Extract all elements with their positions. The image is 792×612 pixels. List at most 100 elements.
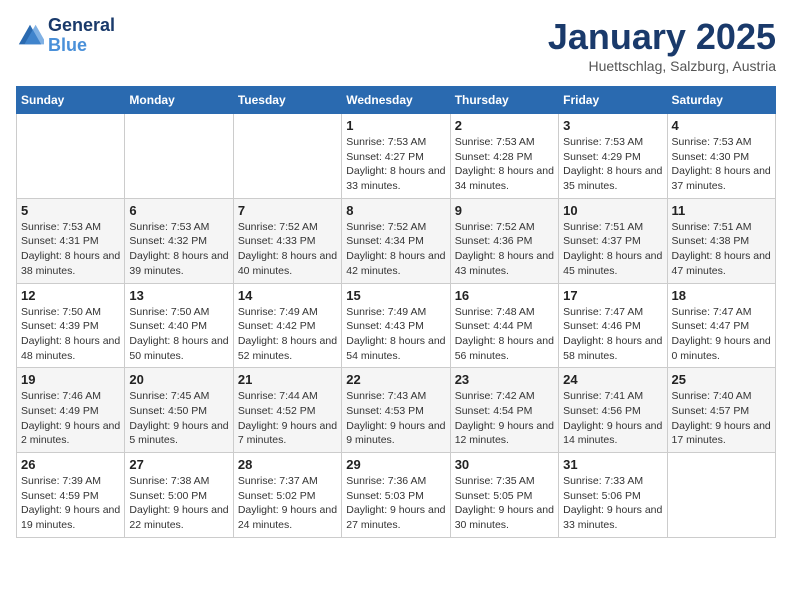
weekday-header-tuesday: Tuesday: [233, 87, 341, 114]
calendar-cell: 14 Sunrise: 7:49 AMSunset: 4:42 PMDayligh…: [233, 283, 341, 368]
page-header: General Blue January 2025 Huettschlag, S…: [16, 16, 776, 74]
day-number: 31: [563, 457, 662, 472]
day-number: 21: [238, 372, 337, 387]
day-info: Sunrise: 7:52 AMSunset: 4:33 PMDaylight:…: [238, 220, 337, 279]
day-number: 3: [563, 118, 662, 133]
day-info: Sunrise: 7:36 AMSunset: 5:03 PMDaylight:…: [346, 474, 445, 533]
calendar-cell: 9Sunrise: 7:52 AMSunset: 4:36 PMDaylight…: [450, 198, 558, 283]
weekday-header-thursday: Thursday: [450, 87, 558, 114]
day-number: 6: [129, 203, 228, 218]
day-info: Sunrise: 7:53 AMSunset: 4:31 PMDaylight:…: [21, 220, 120, 279]
calendar-cell: 17Sunrise: 7:47 AMSunset: 4:46 PMDayligh…: [559, 283, 667, 368]
day-number: 12: [21, 288, 120, 303]
calendar-cell: 11 Sunrise: 7:51 AMSunset: 4:38 PMDayligh…: [667, 198, 775, 283]
calendar-week-row: 12 Sunrise: 7:50 AMSunset: 4:39 PMDayligh…: [17, 283, 776, 368]
logo: General Blue: [16, 16, 115, 56]
title-block: January 2025 Huettschlag, Salzburg, Aust…: [548, 16, 776, 74]
calendar-cell: 19 Sunrise: 7:46 AMSunset: 4:49 PMDayligh…: [17, 368, 125, 453]
day-number: 13: [129, 288, 228, 303]
day-number: 4: [672, 118, 771, 133]
day-info: Sunrise: 7:50 AMSunset: 4:39 PMDaylight:…: [21, 305, 120, 364]
day-info: Sunrise: 7:47 AMSunset: 4:47 PMDaylight:…: [672, 305, 771, 364]
calendar-cell: 27 Sunrise: 7:38 AMSunset: 5:00 PMDayligh…: [125, 453, 233, 538]
day-info: Sunrise: 7:38 AMSunset: 5:00 PMDaylight:…: [129, 474, 228, 533]
logo-text: General Blue: [48, 16, 115, 56]
logo-icon: [16, 22, 44, 50]
day-info: Sunrise: 7:49 AMSunset: 4:42 PMDaylight:…: [238, 305, 337, 364]
weekday-header-friday: Friday: [559, 87, 667, 114]
day-number: 19: [21, 372, 120, 387]
calendar-cell: 23Sunrise: 7:42 AMSunset: 4:54 PMDayligh…: [450, 368, 558, 453]
calendar-cell: 16Sunrise: 7:48 AMSunset: 4:44 PMDayligh…: [450, 283, 558, 368]
calendar-cell: 25 Sunrise: 7:40 AMSunset: 4:57 PMDayligh…: [667, 368, 775, 453]
calendar-cell: 3 Sunrise: 7:53 AMSunset: 4:29 PMDaylight…: [559, 114, 667, 199]
calendar-cell: 6Sunrise: 7:53 AMSunset: 4:32 PMDaylight…: [125, 198, 233, 283]
calendar-table: SundayMondayTuesdayWednesdayThursdayFrid…: [16, 86, 776, 538]
day-info: Sunrise: 7:51 AMSunset: 4:38 PMDaylight:…: [672, 220, 771, 279]
day-number: 15: [346, 288, 445, 303]
day-number: 7: [238, 203, 337, 218]
weekday-header-sunday: Sunday: [17, 87, 125, 114]
calendar-cell: 24Sunrise: 7:41 AMSunset: 4:56 PMDayligh…: [559, 368, 667, 453]
day-info: Sunrise: 7:50 AMSunset: 4:40 PMDaylight:…: [129, 305, 228, 364]
calendar-week-row: 26 Sunrise: 7:39 AMSunset: 4:59 PMDayligh…: [17, 453, 776, 538]
day-info: Sunrise: 7:53 AMSunset: 4:30 PMDaylight:…: [672, 135, 771, 194]
day-info: Sunrise: 7:48 AMSunset: 4:44 PMDaylight:…: [455, 305, 554, 364]
calendar-cell: 18Sunrise: 7:47 AMSunset: 4:47 PMDayligh…: [667, 283, 775, 368]
day-number: 30: [455, 457, 554, 472]
calendar-body: 1Sunrise: 7:53 AMSunset: 4:27 PMDaylight…: [17, 114, 776, 538]
weekday-header-saturday: Saturday: [667, 87, 775, 114]
calendar-cell: 8 Sunrise: 7:52 AMSunset: 4:34 PMDaylight…: [342, 198, 450, 283]
calendar-cell: 29 Sunrise: 7:36 AMSunset: 5:03 PMDayligh…: [342, 453, 450, 538]
day-info: Sunrise: 7:44 AMSunset: 4:52 PMDaylight:…: [238, 389, 337, 448]
calendar-cell: 22 Sunrise: 7:43 AMSunset: 4:53 PMDayligh…: [342, 368, 450, 453]
day-number: 20: [129, 372, 228, 387]
location-subtitle: Huettschlag, Salzburg, Austria: [548, 58, 776, 74]
weekday-header-row: SundayMondayTuesdayWednesdayThursdayFrid…: [17, 87, 776, 114]
calendar-cell: [667, 453, 775, 538]
day-number: 11: [672, 203, 771, 218]
day-number: 23: [455, 372, 554, 387]
day-info: Sunrise: 7:49 AMSunset: 4:43 PMDaylight:…: [346, 305, 445, 364]
day-info: Sunrise: 7:52 AMSunset: 4:34 PMDaylight:…: [346, 220, 445, 279]
weekday-header-wednesday: Wednesday: [342, 87, 450, 114]
day-number: 9: [455, 203, 554, 218]
day-number: 22: [346, 372, 445, 387]
day-info: Sunrise: 7:39 AMSunset: 4:59 PMDaylight:…: [21, 474, 120, 533]
day-info: Sunrise: 7:46 AMSunset: 4:49 PMDaylight:…: [21, 389, 120, 448]
day-number: 10: [563, 203, 662, 218]
day-info: Sunrise: 7:53 AMSunset: 4:29 PMDaylight:…: [563, 135, 662, 194]
calendar-header: SundayMondayTuesdayWednesdayThursdayFrid…: [17, 87, 776, 114]
day-number: 29: [346, 457, 445, 472]
day-number: 8: [346, 203, 445, 218]
calendar-cell: 30Sunrise: 7:35 AMSunset: 5:05 PMDayligh…: [450, 453, 558, 538]
day-info: Sunrise: 7:43 AMSunset: 4:53 PMDaylight:…: [346, 389, 445, 448]
calendar-cell: 2Sunrise: 7:53 AMSunset: 4:28 PMDaylight…: [450, 114, 558, 199]
day-info: Sunrise: 7:53 AMSunset: 4:28 PMDaylight:…: [455, 135, 554, 194]
calendar-cell: 12 Sunrise: 7:50 AMSunset: 4:39 PMDayligh…: [17, 283, 125, 368]
calendar-cell: 20 Sunrise: 7:45 AMSunset: 4:50 PMDayligh…: [125, 368, 233, 453]
day-info: Sunrise: 7:53 AMSunset: 4:27 PMDaylight:…: [346, 135, 445, 194]
calendar-cell: 21 Sunrise: 7:44 AMSunset: 4:52 PMDayligh…: [233, 368, 341, 453]
calendar-cell: 26 Sunrise: 7:39 AMSunset: 4:59 PMDayligh…: [17, 453, 125, 538]
day-number: 27: [129, 457, 228, 472]
day-number: 25: [672, 372, 771, 387]
calendar-cell: 31Sunrise: 7:33 AMSunset: 5:06 PMDayligh…: [559, 453, 667, 538]
day-number: 24: [563, 372, 662, 387]
day-number: 17: [563, 288, 662, 303]
logo-line1: General: [48, 16, 115, 36]
day-number: 28: [238, 457, 337, 472]
calendar-cell: [125, 114, 233, 199]
calendar-week-row: 19 Sunrise: 7:46 AMSunset: 4:49 PMDayligh…: [17, 368, 776, 453]
day-number: 26: [21, 457, 120, 472]
calendar-cell: [17, 114, 125, 199]
day-info: Sunrise: 7:51 AMSunset: 4:37 PMDaylight:…: [563, 220, 662, 279]
day-number: 14: [238, 288, 337, 303]
day-info: Sunrise: 7:37 AMSunset: 5:02 PMDaylight:…: [238, 474, 337, 533]
logo-line2: Blue: [48, 36, 115, 56]
calendar-cell: 28 Sunrise: 7:37 AMSunset: 5:02 PMDayligh…: [233, 453, 341, 538]
calendar-week-row: 1Sunrise: 7:53 AMSunset: 4:27 PMDaylight…: [17, 114, 776, 199]
day-info: Sunrise: 7:40 AMSunset: 4:57 PMDaylight:…: [672, 389, 771, 448]
weekday-header-monday: Monday: [125, 87, 233, 114]
day-info: Sunrise: 7:45 AMSunset: 4:50 PMDaylight:…: [129, 389, 228, 448]
